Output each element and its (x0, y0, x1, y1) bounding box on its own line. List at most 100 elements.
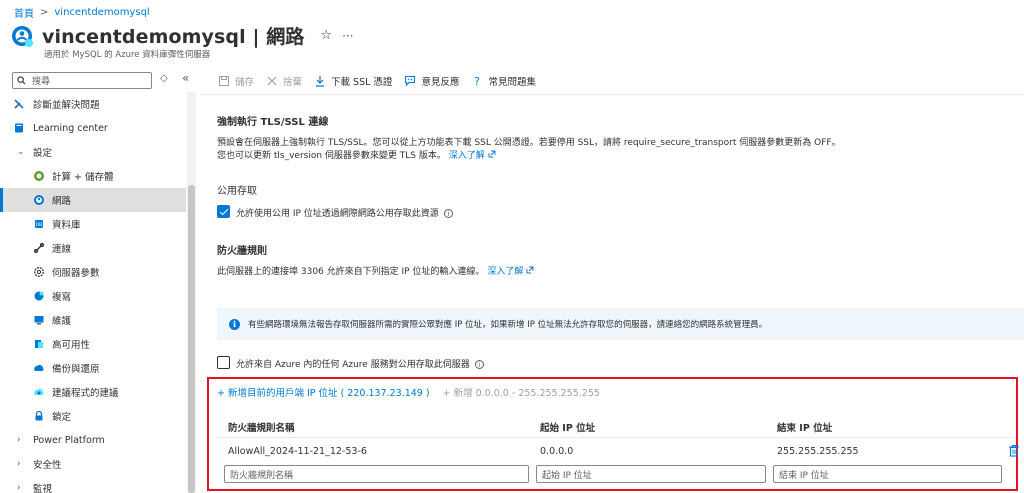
breadcrumb-current-link[interactable]: vincentdemomysql (54, 7, 149, 18)
network-icon (33, 194, 45, 206)
chevron-down-icon: ⌄ (17, 147, 25, 157)
column-header-end-ip: 結束 IP 位址 (777, 423, 833, 434)
download-ssl-button[interactable]: 下載 SSL 憑證 (314, 74, 392, 88)
feedback-button[interactable]: 意見反應 (404, 74, 459, 88)
nav-item-high-availability[interactable]: 高可用性 (0, 332, 186, 356)
nav-scrollbar-thumb[interactable] (188, 185, 195, 493)
nav-search-box[interactable]: 搜尋 (12, 72, 152, 89)
maintenance-icon (33, 314, 45, 326)
nav-item-label: 資料庫 (52, 220, 81, 231)
save-button[interactable]: 儲存 (218, 74, 254, 88)
collapse-nav-icon[interactable]: « (182, 71, 189, 85)
nav-item-replication[interactable]: 複寫 (0, 284, 186, 308)
nav-item-label: 建議程式的建議 (52, 388, 119, 399)
nav-item-maintenance[interactable]: 維護 (0, 308, 186, 332)
nav-item-label: Learning center (33, 122, 108, 134)
discard-button[interactable]: 捨棄 (266, 74, 302, 88)
breadcrumb: 首頁 > vincentdemomysql (14, 5, 150, 20)
faq-button[interactable]: ? 常見問題集 (471, 74, 536, 88)
page-header: vincentdemomysql | 網路 ☆ ··· (10, 22, 354, 49)
nav-item-advisor[interactable]: 建議程式的建議 (0, 380, 186, 404)
info-banner-text: 有些網路環境無法報告存取伺服器所需的實際公眾對應 IP 位址，如果新增 IP 位… (248, 320, 768, 330)
chevron-right-icon: › (17, 483, 21, 493)
public-access-checkbox[interactable] (217, 205, 230, 218)
page-subtitle: 適用於 MySQL 的 Azure 資料庫彈性伺服器 (44, 50, 211, 60)
nav-group-security[interactable]: › 安全性 (0, 452, 186, 476)
delete-icon[interactable] (1008, 444, 1020, 457)
table-header-divider (217, 437, 1014, 438)
nav-item-connect[interactable]: 連線 (0, 236, 186, 260)
svg-text:DB: DB (36, 222, 43, 228)
question-icon: ? (475, 75, 481, 87)
end-ip-input[interactable]: 結束 IP 位址 (773, 465, 1002, 483)
nav-item-server-parameters[interactable]: 伺服器參數 (0, 260, 186, 284)
start-ip-placeholder: 起始 IP 位址 (542, 470, 592, 481)
rule-name-input[interactable]: 防火牆規則名稱 (224, 465, 529, 483)
nav-item-label: 計算 + 儲存體 (52, 172, 114, 183)
advisor-icon (33, 386, 45, 398)
breadcrumb-separator: > (40, 7, 49, 18)
azure-services-checkbox[interactable] (217, 356, 230, 369)
nav-item-label: 高可用性 (52, 340, 91, 351)
compute-icon (33, 170, 45, 182)
nav-item-compute-storage[interactable]: 計算 + 儲存體 (0, 164, 186, 188)
nav-group-monitoring[interactable]: › 監視 (0, 476, 186, 493)
nav-item-databases[interactable]: DB 資料庫 (0, 212, 186, 236)
nav-group-power-platform[interactable]: › Power Platform (0, 428, 186, 452)
breadcrumb-home-link[interactable]: 首頁 (14, 5, 34, 20)
download-ssl-label: 下載 SSL 憑證 (331, 77, 393, 88)
rule-name-placeholder: 防火牆規則名稱 (230, 470, 294, 481)
add-client-ip-link[interactable]: + 新增目前的用戶端 IP 位址 ( 220.137.23.149 ) (217, 388, 430, 399)
nav-item-networking[interactable]: 網路 (0, 188, 186, 212)
nav-item-label: 監視 (33, 484, 53, 493)
end-ip-placeholder: 結束 IP 位址 (779, 470, 829, 481)
column-header-rule-name: 防火牆規則名稱 (228, 423, 295, 434)
tls-description: 您也可以更新 tls_version 伺服器參數來變更 TLS 版本。 深入了解 (217, 150, 496, 163)
firewall-add-links: + 新增目前的用戶端 IP 位址 ( 220.137.23.149 ) + 新增… (217, 385, 600, 399)
public-access-label-text: 允許使用公用 IP 位址透過網際網路公用存取此資源 (236, 209, 439, 219)
info-icon[interactable]: i (443, 209, 453, 218)
start-ip-cell: 0.0.0.0 (540, 446, 574, 457)
info-icon[interactable]: i (474, 360, 484, 369)
database-icon: DB (33, 218, 45, 230)
connect-icon (33, 242, 45, 254)
save-icon (219, 76, 229, 86)
favorite-star-icon[interactable]: ☆ (320, 28, 332, 43)
public-access-label: 允許使用公用 IP 位址透過網際網路公用存取此資源 i (236, 206, 453, 219)
nav-item-label: 設定 (33, 148, 53, 159)
nav-item-label: 維護 (52, 316, 72, 327)
faq-label: 常見問題集 (488, 77, 536, 88)
nav-group-settings[interactable]: ⌄ 設定 (0, 140, 186, 164)
nav-item-locks[interactable]: 鎖定 (0, 404, 186, 428)
mysql-server-icon (12, 26, 33, 47)
tls-description-line2: 您也可以更新 tls_version 伺服器參數來變更 TLS 版本。 (217, 151, 446, 161)
column-header-start-ip: 起始 IP 位址 (540, 423, 596, 434)
tls-description-line1: 預設會在伺服器上強制執行 TLS/SSL。您可以從上方功能表下載 SSL 公開憑… (217, 138, 841, 148)
tls-learn-more-link[interactable]: 深入了解 (449, 151, 485, 161)
info-icon: i (229, 318, 240, 330)
more-options-icon[interactable]: ··· (342, 29, 353, 43)
search-placeholder: 搜尋 (32, 77, 51, 87)
nav-item-learning-center[interactable]: Learning center (0, 116, 186, 140)
add-all-ip-link[interactable]: + 新增 0.0.0.0 - 255.255.255.255 (443, 388, 600, 399)
feedback-label: 意見反應 (421, 77, 460, 88)
nav-item-label: Power Platform (33, 434, 105, 446)
firewall-description-text: 此伺服器上的連接埠 3306 允許來自下列指定 IP 位址的輸入連線。 (217, 267, 485, 277)
gear-icon (33, 266, 45, 278)
high-availability-icon (33, 338, 45, 350)
save-label: 儲存 (235, 77, 255, 88)
feedback-icon (405, 75, 416, 87)
chevron-right-icon: › (17, 435, 21, 445)
firewall-learn-more-link[interactable]: 深入了解 (487, 267, 523, 277)
left-nav: 診斷並解決問題 Learning center ⌄ 設定 計算 + 儲存體 網路… (0, 92, 196, 493)
external-link-icon (488, 150, 496, 158)
nav-options-icon[interactable]: ◇ (160, 73, 168, 84)
nav-item-backup-restore[interactable]: 備份與還原 (0, 356, 186, 380)
start-ip-input[interactable]: 起始 IP 位址 (536, 465, 766, 483)
search-icon (17, 76, 26, 85)
nav-item-label: 備份與還原 (52, 364, 100, 375)
download-icon (316, 76, 325, 87)
lock-icon (33, 410, 45, 422)
nav-item-diagnose[interactable]: 診斷並解決問題 (0, 92, 186, 116)
nav-item-label: 複寫 (52, 292, 72, 303)
